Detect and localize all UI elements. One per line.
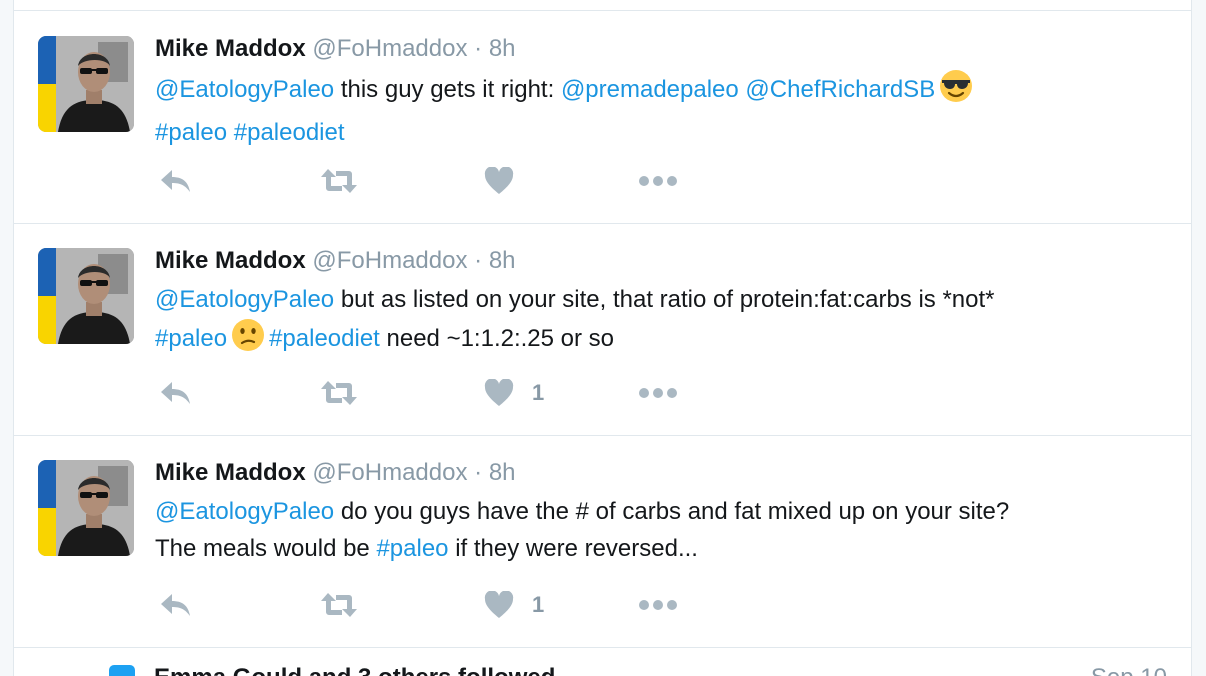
fullname[interactable]: Mike Maddox: [155, 35, 306, 62]
tweet-text-span: do you guys have the # of carbs and fat …: [334, 498, 1010, 525]
reply-icon: [158, 590, 194, 620]
tweet-text-span: need ~1:1.2:.25 or so: [379, 325, 615, 352]
hashtag-link[interactable]: #paleo: [155, 325, 227, 352]
heart-icon: [484, 591, 514, 619]
tweet[interactable]: Mike Maddox @FoHmaddox · 8h @EatologyPal…: [14, 11, 1191, 224]
retweet-icon: [318, 378, 360, 408]
timeline-stream: Mike Maddox @FoHmaddox · 8h @EatologyPal…: [13, 0, 1192, 676]
separator: ·: [474, 247, 483, 274]
tweet-header: Mike Maddox @FoHmaddox · 8h: [155, 247, 516, 275]
retweet-icon: [318, 166, 360, 196]
avatar[interactable]: [38, 248, 134, 344]
more-button[interactable]: [638, 590, 678, 620]
retweet-button[interactable]: [318, 166, 360, 196]
like-button[interactable]: 1: [484, 378, 544, 408]
fullname[interactable]: Mike Maddox: [155, 459, 306, 486]
tweet-actions: 1: [155, 590, 715, 620]
username[interactable]: @FoHmaddox: [312, 459, 467, 486]
tweet[interactable]: Mike Maddox @FoHmaddox · 8h @EatologyPal…: [14, 435, 1191, 648]
tweet[interactable]: Mike Maddox @FoHmaddox · 8h @EatologyPal…: [14, 223, 1191, 436]
tweet-text-span: but as listed on your site, that ratio o…: [334, 286, 995, 313]
heart-icon: [484, 379, 514, 407]
separator: ·: [474, 459, 483, 486]
more-button[interactable]: [638, 378, 678, 408]
more-icon: [638, 599, 678, 611]
tweet-text-span: if they were reversed...: [448, 535, 698, 562]
timestamp[interactable]: 8h: [489, 35, 516, 62]
like-button[interactable]: 1: [484, 590, 544, 620]
mention-link[interactable]: @EatologyPaleo: [155, 498, 334, 525]
username[interactable]: @FoHmaddox: [312, 35, 467, 62]
tweet-text-span: [227, 119, 234, 146]
more-icon: [638, 387, 678, 399]
reply-icon: [158, 166, 194, 196]
timestamp[interactable]: 8h: [489, 247, 516, 274]
activity-row[interactable]: Emma Gould and 3 others followed Sep 10: [14, 648, 1191, 676]
tweet-header: Mike Maddox @FoHmaddox · 8h: [155, 459, 516, 487]
confused-face-emoji: [231, 318, 265, 363]
separator: ·: [474, 35, 483, 62]
tweet-header: Mike Maddox @FoHmaddox · 8h: [155, 35, 516, 63]
retweet-button[interactable]: [318, 590, 360, 620]
mention-link[interactable]: @ChefRichardSB: [745, 76, 935, 103]
tweet-text-span: The meals would be: [155, 535, 377, 562]
hashtag-link[interactable]: #paleodiet: [269, 325, 380, 352]
more-icon: [638, 175, 678, 187]
like-button[interactable]: [484, 166, 532, 196]
hashtag-link[interactable]: #paleodiet: [234, 119, 345, 146]
hashtag-link[interactable]: #paleo: [376, 535, 448, 562]
hashtag-link[interactable]: #paleo: [155, 119, 227, 146]
tweet-actions: 1: [155, 378, 715, 408]
mention-link[interactable]: @premadepaleo: [561, 76, 739, 103]
activity-date: Sep 10: [1091, 664, 1167, 676]
tweet-text: @EatologyPaleo but as listed on your sit…: [155, 281, 1165, 363]
more-button[interactable]: [638, 166, 678, 196]
like-count: 1: [532, 380, 545, 405]
heart-icon: [484, 167, 514, 195]
mention-link[interactable]: @EatologyPaleo: [155, 286, 334, 313]
reply-icon: [158, 378, 194, 408]
retweet-icon: [318, 590, 360, 620]
follow-icon: [109, 665, 135, 676]
avatar[interactable]: [38, 36, 134, 132]
username[interactable]: @FoHmaddox: [312, 247, 467, 274]
avatar[interactable]: [38, 460, 134, 556]
tweet-actions: [155, 166, 715, 196]
reply-button[interactable]: [158, 378, 194, 408]
activity-text: Emma Gould and 3 others followed: [154, 664, 555, 676]
fullname[interactable]: Mike Maddox: [155, 247, 306, 274]
reply-button[interactable]: [158, 166, 194, 196]
retweet-button[interactable]: [318, 378, 360, 408]
tweet-text-span: this guy gets it right:: [334, 76, 561, 103]
mention-link[interactable]: @EatologyPaleo: [155, 76, 334, 103]
tweet-text: @EatologyPaleo this guy gets it right: @…: [155, 69, 1165, 151]
reply-button[interactable]: [158, 590, 194, 620]
like-count: 1: [532, 592, 545, 617]
smiling-face-with-sunglasses-emoji: [939, 69, 973, 114]
tweet-text: @EatologyPaleo do you guys have the # of…: [155, 493, 1165, 567]
timestamp[interactable]: 8h: [489, 459, 516, 486]
